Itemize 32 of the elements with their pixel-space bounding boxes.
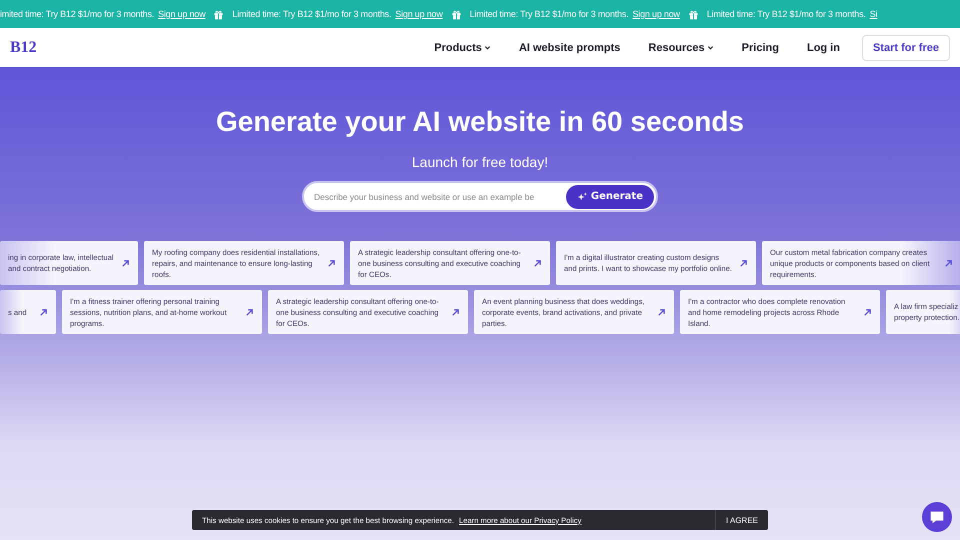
sparkle-icon — [576, 192, 587, 202]
nav-link[interactable]: Log in — [806, 42, 840, 54]
nav-link[interactable]: AI website prompts — [518, 42, 620, 54]
chevron-icon — [706, 44, 714, 51]
gift-icon — [450, 8, 462, 20]
hero-title: Generate your AI website in 60 seconds — [216, 106, 744, 138]
agree-button[interactable]: I AGREE — [714, 510, 768, 530]
hero-subtitle: Launch for free today! — [412, 154, 548, 170]
promo-text: imited time: Try B12 $1/mo for 3 months. — [0, 9, 154, 19]
arrow-icon — [657, 308, 666, 316]
nav-link[interactable]: Pricing — [742, 42, 779, 54]
arrow-icon — [739, 258, 748, 268]
generate-button[interactable]: Generate — [566, 184, 654, 208]
arrow-icon — [863, 308, 872, 316]
arrow-icon — [944, 258, 953, 268]
arrow-icon — [327, 258, 336, 268]
logo[interactable]: B12 — [10, 38, 37, 56]
promo-text: Limited time: Try B12 $1/mo for 3 months. — [470, 9, 628, 19]
arrow-icon — [451, 308, 460, 316]
promo-text: Limited time: Try B12 $1/mo for 3 months. — [706, 9, 866, 19]
nav-link[interactable]: Resources — [648, 42, 714, 54]
arrow-icon — [533, 258, 542, 268]
chevron-icon — [484, 44, 491, 51]
arrow-icon — [121, 258, 130, 268]
prompt-field[interactable]: Describe your business and website or use an example be — [314, 192, 562, 202]
arrow-icon — [245, 308, 254, 316]
arrow-icon — [39, 308, 48, 316]
nav-link[interactable]: Products — [434, 42, 491, 54]
gift-icon — [213, 8, 224, 20]
start-button[interactable]: Start for free — [862, 34, 950, 60]
promo-text: Limited time: Try B12 $1/mo for 3 months. — [232, 9, 392, 19]
gift-icon — [688, 8, 699, 20]
